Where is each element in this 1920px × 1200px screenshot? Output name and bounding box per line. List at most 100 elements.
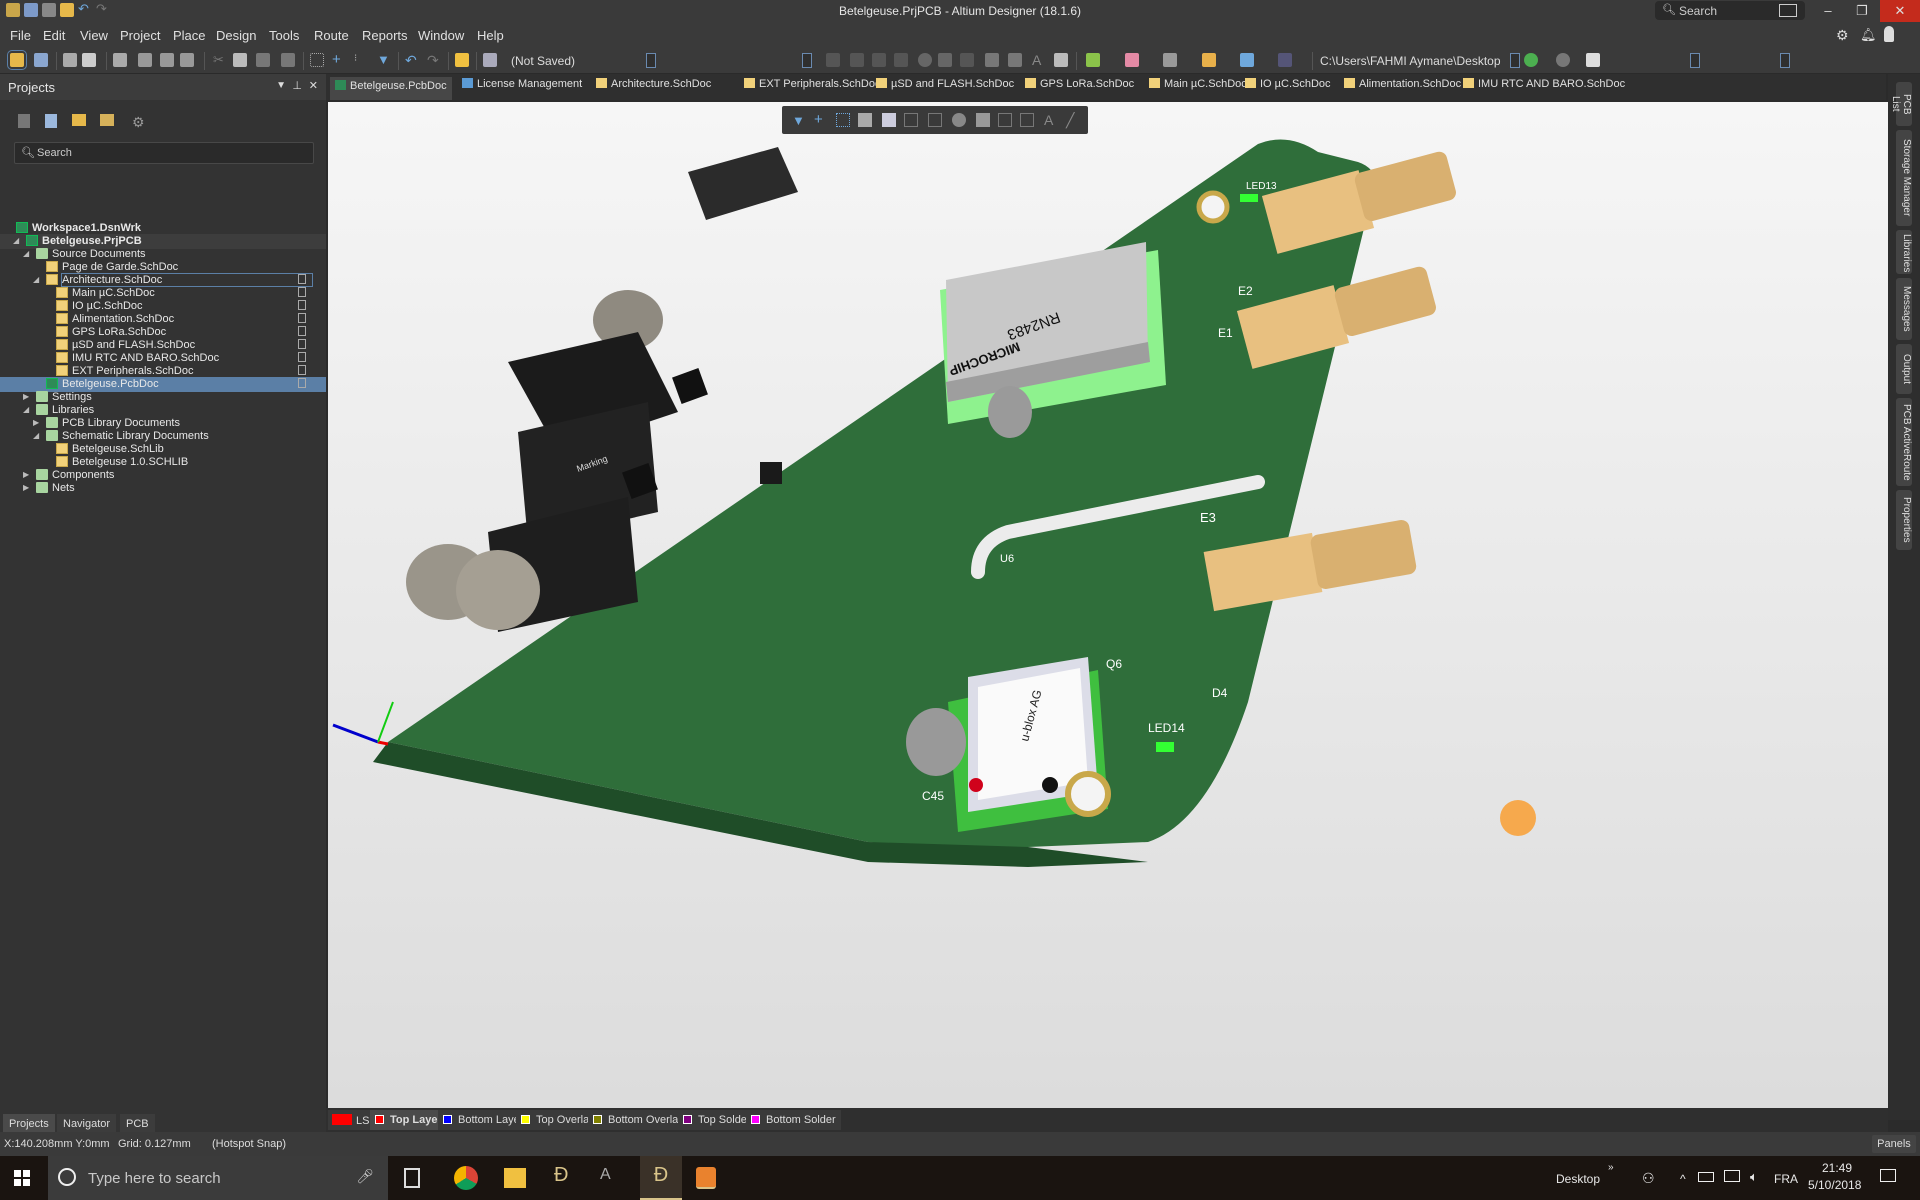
layer-set-ls[interactable]: LS	[328, 1110, 374, 1130]
path-dropdown[interactable]	[1510, 53, 1520, 68]
variant-dropdown[interactable]	[646, 53, 656, 68]
save-icon[interactable]	[34, 53, 48, 67]
redo-icon[interactable]: ↷	[427, 53, 441, 67]
grid-icon[interactable]	[1278, 53, 1292, 67]
undo-icon[interactable]: ↶	[405, 53, 419, 67]
menu-window[interactable]: Window	[418, 28, 464, 43]
collapse-arrow-icon[interactable]: ◢	[23, 249, 29, 258]
collapse-arrow-icon[interactable]: ◢	[23, 405, 29, 414]
taskbar-search[interactable]: Type here to search 🎤︎	[48, 1156, 388, 1200]
close-button[interactable]: ✕	[1880, 0, 1920, 22]
menu-project[interactable]: Project	[120, 28, 160, 43]
collapse-arrow-icon[interactable]: ◢	[33, 275, 39, 284]
minimize-button[interactable]: –	[1812, 0, 1844, 22]
filter-icon[interactable]: ▼	[792, 113, 806, 128]
panel-tab-pcb-activeroute[interactable]: PCB ActiveRoute	[1896, 398, 1912, 486]
menu-edit[interactable]: Edit	[43, 28, 65, 43]
open-icon[interactable]	[7, 50, 27, 70]
microphone-icon[interactable]: 🎤︎	[356, 1168, 374, 1185]
menu-reports[interactable]: Reports	[362, 28, 408, 43]
via-icon[interactable]	[918, 53, 932, 67]
panel-tab-messages[interactable]: Messages	[1896, 278, 1912, 340]
altium-active-icon[interactable]: Ð	[640, 1156, 682, 1200]
save-project-icon[interactable]	[18, 114, 30, 128]
fill-icon[interactable]	[985, 53, 999, 67]
panel-tab-properties[interactable]: Properties	[1896, 490, 1912, 550]
clear-filter-icon[interactable]: ▼	[377, 53, 391, 67]
panels-button[interactable]: Panels	[1872, 1135, 1916, 1153]
menu-place[interactable]: Place	[173, 28, 206, 43]
paste-icon[interactable]	[256, 53, 270, 67]
toolbar-dropdown-a[interactable]	[1690, 53, 1700, 68]
battery-icon[interactable]	[1698, 1172, 1714, 1182]
tab-projects[interactable]: Projects	[3, 1114, 55, 1134]
component-icon[interactable]	[1054, 53, 1068, 67]
layer-tab-bottom-solder[interactable]: Bottom Solder	[746, 1110, 841, 1130]
multi-route-icon[interactable]	[894, 53, 908, 67]
people-icon[interactable]: ⚇	[1642, 1170, 1655, 1187]
doc-tab[interactable]: License Management	[462, 78, 582, 98]
layer-tab-top-solder[interactable]: Top Solder	[678, 1110, 756, 1130]
diff-pair-icon[interactable]	[872, 53, 886, 67]
arc-icon[interactable]	[960, 53, 974, 67]
dimension-icon[interactable]	[1020, 113, 1034, 127]
doc-tab[interactable]: IMU RTC AND BARO.SchDoc	[1463, 78, 1625, 98]
toolbar-overflow-icon[interactable]: »	[1608, 1162, 1614, 1173]
language-indicator[interactable]: FRA	[1774, 1172, 1798, 1186]
select-connected-icon[interactable]	[1125, 53, 1139, 67]
line-icon[interactable]: ╱	[1066, 113, 1080, 127]
autocad-icon[interactable]: A	[600, 1166, 628, 1194]
layer-tab-bottom-overlay[interactable]: Bottom Overlay	[588, 1110, 689, 1130]
expand-arrow-icon[interactable]: ▶	[23, 483, 29, 492]
user-account-icon[interactable]	[1884, 26, 1894, 42]
select-region-icon[interactable]	[836, 113, 850, 127]
layer-tab-bottom-layer[interactable]: Bottom Layer	[438, 1110, 529, 1130]
select-area-icon[interactable]	[310, 53, 324, 67]
menu-route[interactable]: Route	[314, 28, 349, 43]
zoom-fit-icon[interactable]	[113, 53, 127, 67]
altium-icon[interactable]: Ð	[554, 1164, 582, 1192]
via-place-icon[interactable]	[952, 113, 966, 127]
doc-tab[interactable]: IO µC.SchDoc	[1245, 78, 1331, 98]
zoom-filtered-icon[interactable]	[180, 53, 194, 67]
diff-pair-route-icon[interactable]	[928, 113, 942, 127]
panel-close-icon[interactable]: ✕	[309, 79, 318, 92]
print-icon[interactable]	[63, 53, 77, 67]
polygon-pour-icon[interactable]	[976, 113, 990, 127]
windows-start-icon[interactable]	[14, 1170, 30, 1186]
action-center-icon[interactable]	[1880, 1169, 1896, 1182]
hatch-icon[interactable]	[826, 53, 840, 67]
text-icon[interactable]: A	[1032, 53, 1046, 67]
folder-settings-icon[interactable]	[100, 114, 114, 126]
pin-icon[interactable]: ⊥	[292, 79, 302, 92]
bar-chart-icon[interactable]	[858, 113, 872, 127]
collapse-arrow-icon[interactable]: ◢	[13, 236, 19, 245]
rubber-stamp-icon[interactable]	[281, 53, 295, 67]
align-icon[interactable]	[1086, 53, 1100, 67]
place-component-icon[interactable]	[882, 113, 896, 127]
toolbar-dropdown-b[interactable]	[1780, 53, 1790, 68]
zoom-area-icon[interactable]	[138, 53, 152, 67]
forward-icon[interactable]	[1556, 53, 1570, 67]
move-icon[interactable]: +	[332, 52, 346, 67]
compile-icon[interactable]	[45, 114, 57, 128]
copy-icon[interactable]	[233, 53, 247, 67]
expand-arrow-icon[interactable]: ▶	[33, 418, 39, 427]
menu-tools[interactable]: Tools	[269, 28, 299, 43]
string-icon[interactable]: A	[1044, 113, 1058, 127]
panel-tab-pcb-list[interactable]: PCB List	[1890, 82, 1912, 126]
layer-tab-top-layer[interactable]: Top Layer	[370, 1110, 447, 1130]
route-icon[interactable]	[904, 113, 918, 127]
interactive-route-icon[interactable]	[850, 53, 864, 67]
expand-arrow-icon[interactable]: ▶	[23, 392, 29, 401]
doc-tab[interactable]: GPS LoRa.SchDoc	[1025, 78, 1134, 98]
browse-icon[interactable]	[483, 53, 497, 67]
media-player-icon[interactable]	[696, 1167, 716, 1189]
cut-icon[interactable]: ✂	[213, 53, 227, 67]
crosshair-icon[interactable]	[455, 53, 469, 67]
task-view-icon[interactable]	[404, 1168, 420, 1188]
layout-icon[interactable]	[1779, 4, 1797, 17]
room-icon[interactable]	[1240, 53, 1254, 67]
panel-settings-gear-icon[interactable]: ⚙	[132, 114, 145, 131]
menu-file[interactable]: File	[10, 28, 31, 43]
